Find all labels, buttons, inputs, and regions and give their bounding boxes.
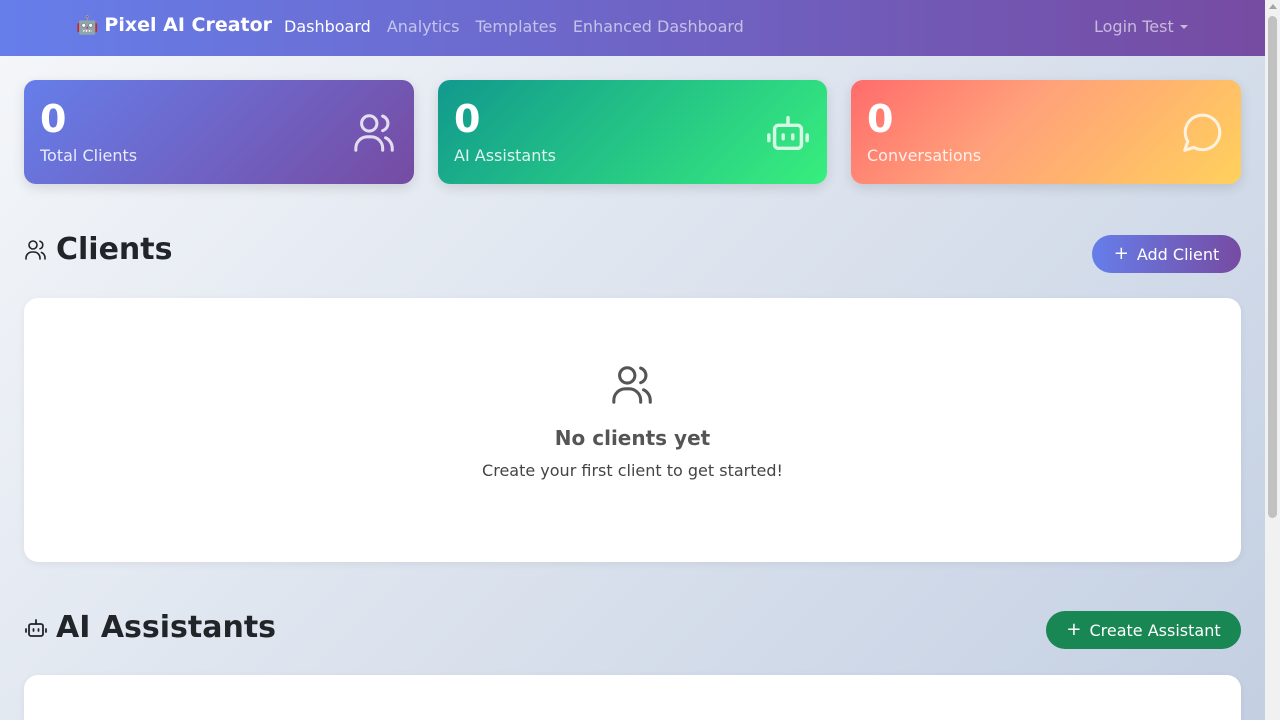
stat-value: 0 [867, 97, 894, 141]
empty-state-title: No clients yet [554, 426, 711, 450]
stat-label: Total Clients [40, 146, 138, 165]
brand-name: Pixel AI Creator [104, 14, 273, 36]
user-menu-dropdown[interactable]: Login Test [1094, 17, 1188, 36]
section-title-text: AI Assistants [56, 610, 277, 645]
stat-value: 0 [40, 97, 67, 141]
create-assistant-button[interactable]: + Create Assistant [1046, 611, 1241, 649]
add-client-button[interactable]: + Add Client [1092, 235, 1241, 273]
scroll-thumb[interactable] [1268, 16, 1277, 518]
plus-icon: + [1113, 243, 1129, 264]
stat-label: AI Assistants [454, 146, 556, 165]
nav-links: Dashboard Analytics Templates Enhanced D… [284, 17, 744, 36]
assistants-section-title: AI Assistants [24, 610, 276, 645]
button-label: Create Assistant [1089, 620, 1221, 640]
nav-enhanced-dashboard[interactable]: Enhanced Dashboard [573, 17, 744, 36]
scroll-up-arrow-icon[interactable] [1269, 4, 1277, 9]
empty-state-text: Create your first client to get started! [482, 461, 783, 480]
stat-value: 0 [454, 97, 481, 141]
plus-icon: + [1066, 619, 1082, 640]
nav-templates[interactable]: Templates [475, 17, 556, 36]
chat-bubble-icon [1183, 113, 1222, 152]
clients-panel: No clients yet Create your first client … [24, 298, 1241, 562]
robot-emoji-icon: 🤖 [76, 14, 99, 36]
stat-card-total-clients: 0 Total Clients [24, 80, 414, 184]
users-icon [354, 114, 394, 152]
robot-icon [767, 115, 809, 151]
brand-link[interactable]: 🤖 Pixel AI Creator [76, 14, 272, 36]
navbar: 🤖 Pixel AI Creator Dashboard Analytics T… [0, 0, 1265, 56]
page-scrollbar[interactable] [1265, 0, 1280, 720]
stat-card-conversations: 0 Conversations [851, 80, 1241, 184]
stat-card-ai-assistants: 0 AI Assistants [438, 80, 827, 184]
clients-section-title: Clients [24, 232, 172, 267]
assistants-panel [24, 675, 1241, 720]
nav-dashboard[interactable]: Dashboard [284, 17, 371, 36]
users-icon [612, 366, 652, 404]
robot-icon [25, 618, 47, 637]
stat-label: Conversations [867, 146, 982, 165]
caret-down-icon [1179, 24, 1188, 29]
button-label: Add Client [1136, 244, 1220, 264]
users-icon [25, 239, 46, 260]
nav-analytics[interactable]: Analytics [387, 17, 460, 36]
user-name: Login Test [1094, 17, 1174, 36]
section-title-text: Clients [56, 232, 173, 267]
